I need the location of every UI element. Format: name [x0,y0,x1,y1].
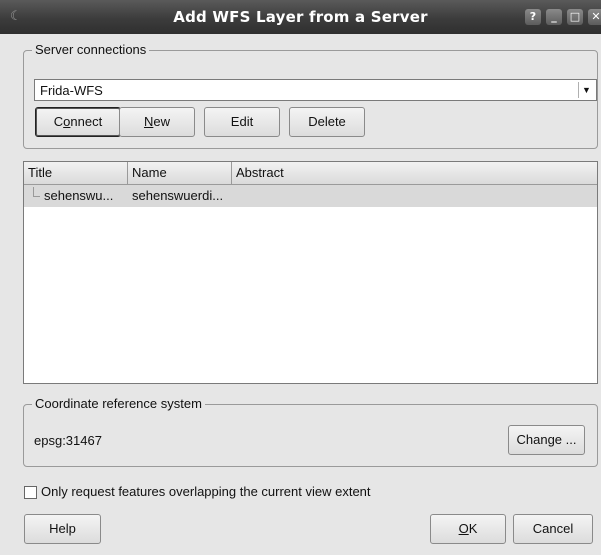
extent-checkbox[interactable] [24,486,37,499]
table-header: Title Name Abstract [24,162,597,185]
connect-button[interactable]: Connect [35,107,121,137]
help-button[interactable]: Help [24,514,101,544]
column-header-title[interactable]: Title [24,162,128,184]
extent-checkbox-label[interactable]: Only request features overlapping the cu… [41,484,371,499]
change-crs-button[interactable]: Change ... [508,425,585,455]
cell-name: sehenswuerdi... [132,188,224,203]
layers-table[interactable]: Title Name Abstract sehenswu... sehenswu… [23,161,598,384]
cancel-button[interactable]: Cancel [513,514,593,544]
column-header-abstract[interactable]: Abstract [232,162,597,184]
crs-value: epsg:31467 [34,433,102,448]
crs-group: Coordinate reference system epsg:31467 C… [23,396,598,467]
title-bar: ☾ Add WFS Layer from a Server ? _ □ ✕ [0,0,601,34]
window-title: Add WFS Layer from a Server [173,8,428,26]
delete-button[interactable]: Delete [289,107,365,137]
column-header-name[interactable]: Name [128,162,232,184]
server-connection-value: Frida-WFS [40,83,103,98]
crs-label: Coordinate reference system [32,396,205,411]
table-row[interactable]: sehenswu... sehenswuerdi... [24,185,597,207]
help-icon[interactable]: ? [525,9,541,25]
ok-button[interactable]: OK [430,514,506,544]
server-connection-select[interactable]: Frida-WFS ▼ [34,79,597,101]
server-connections-label: Server connections [32,42,150,57]
new-button[interactable]: New [119,107,195,137]
tree-branch-icon [33,187,40,197]
cell-title: sehenswu... [44,188,114,203]
maximize-icon[interactable]: □ [567,9,583,25]
close-icon[interactable]: ✕ [588,9,601,25]
server-connections-group: Server connections Frida-WFS ▼ Connect N… [23,42,598,149]
chevron-down-icon[interactable]: ▼ [578,82,594,98]
edit-button[interactable]: Edit [204,107,280,137]
minimize-icon[interactable]: _ [546,9,562,25]
